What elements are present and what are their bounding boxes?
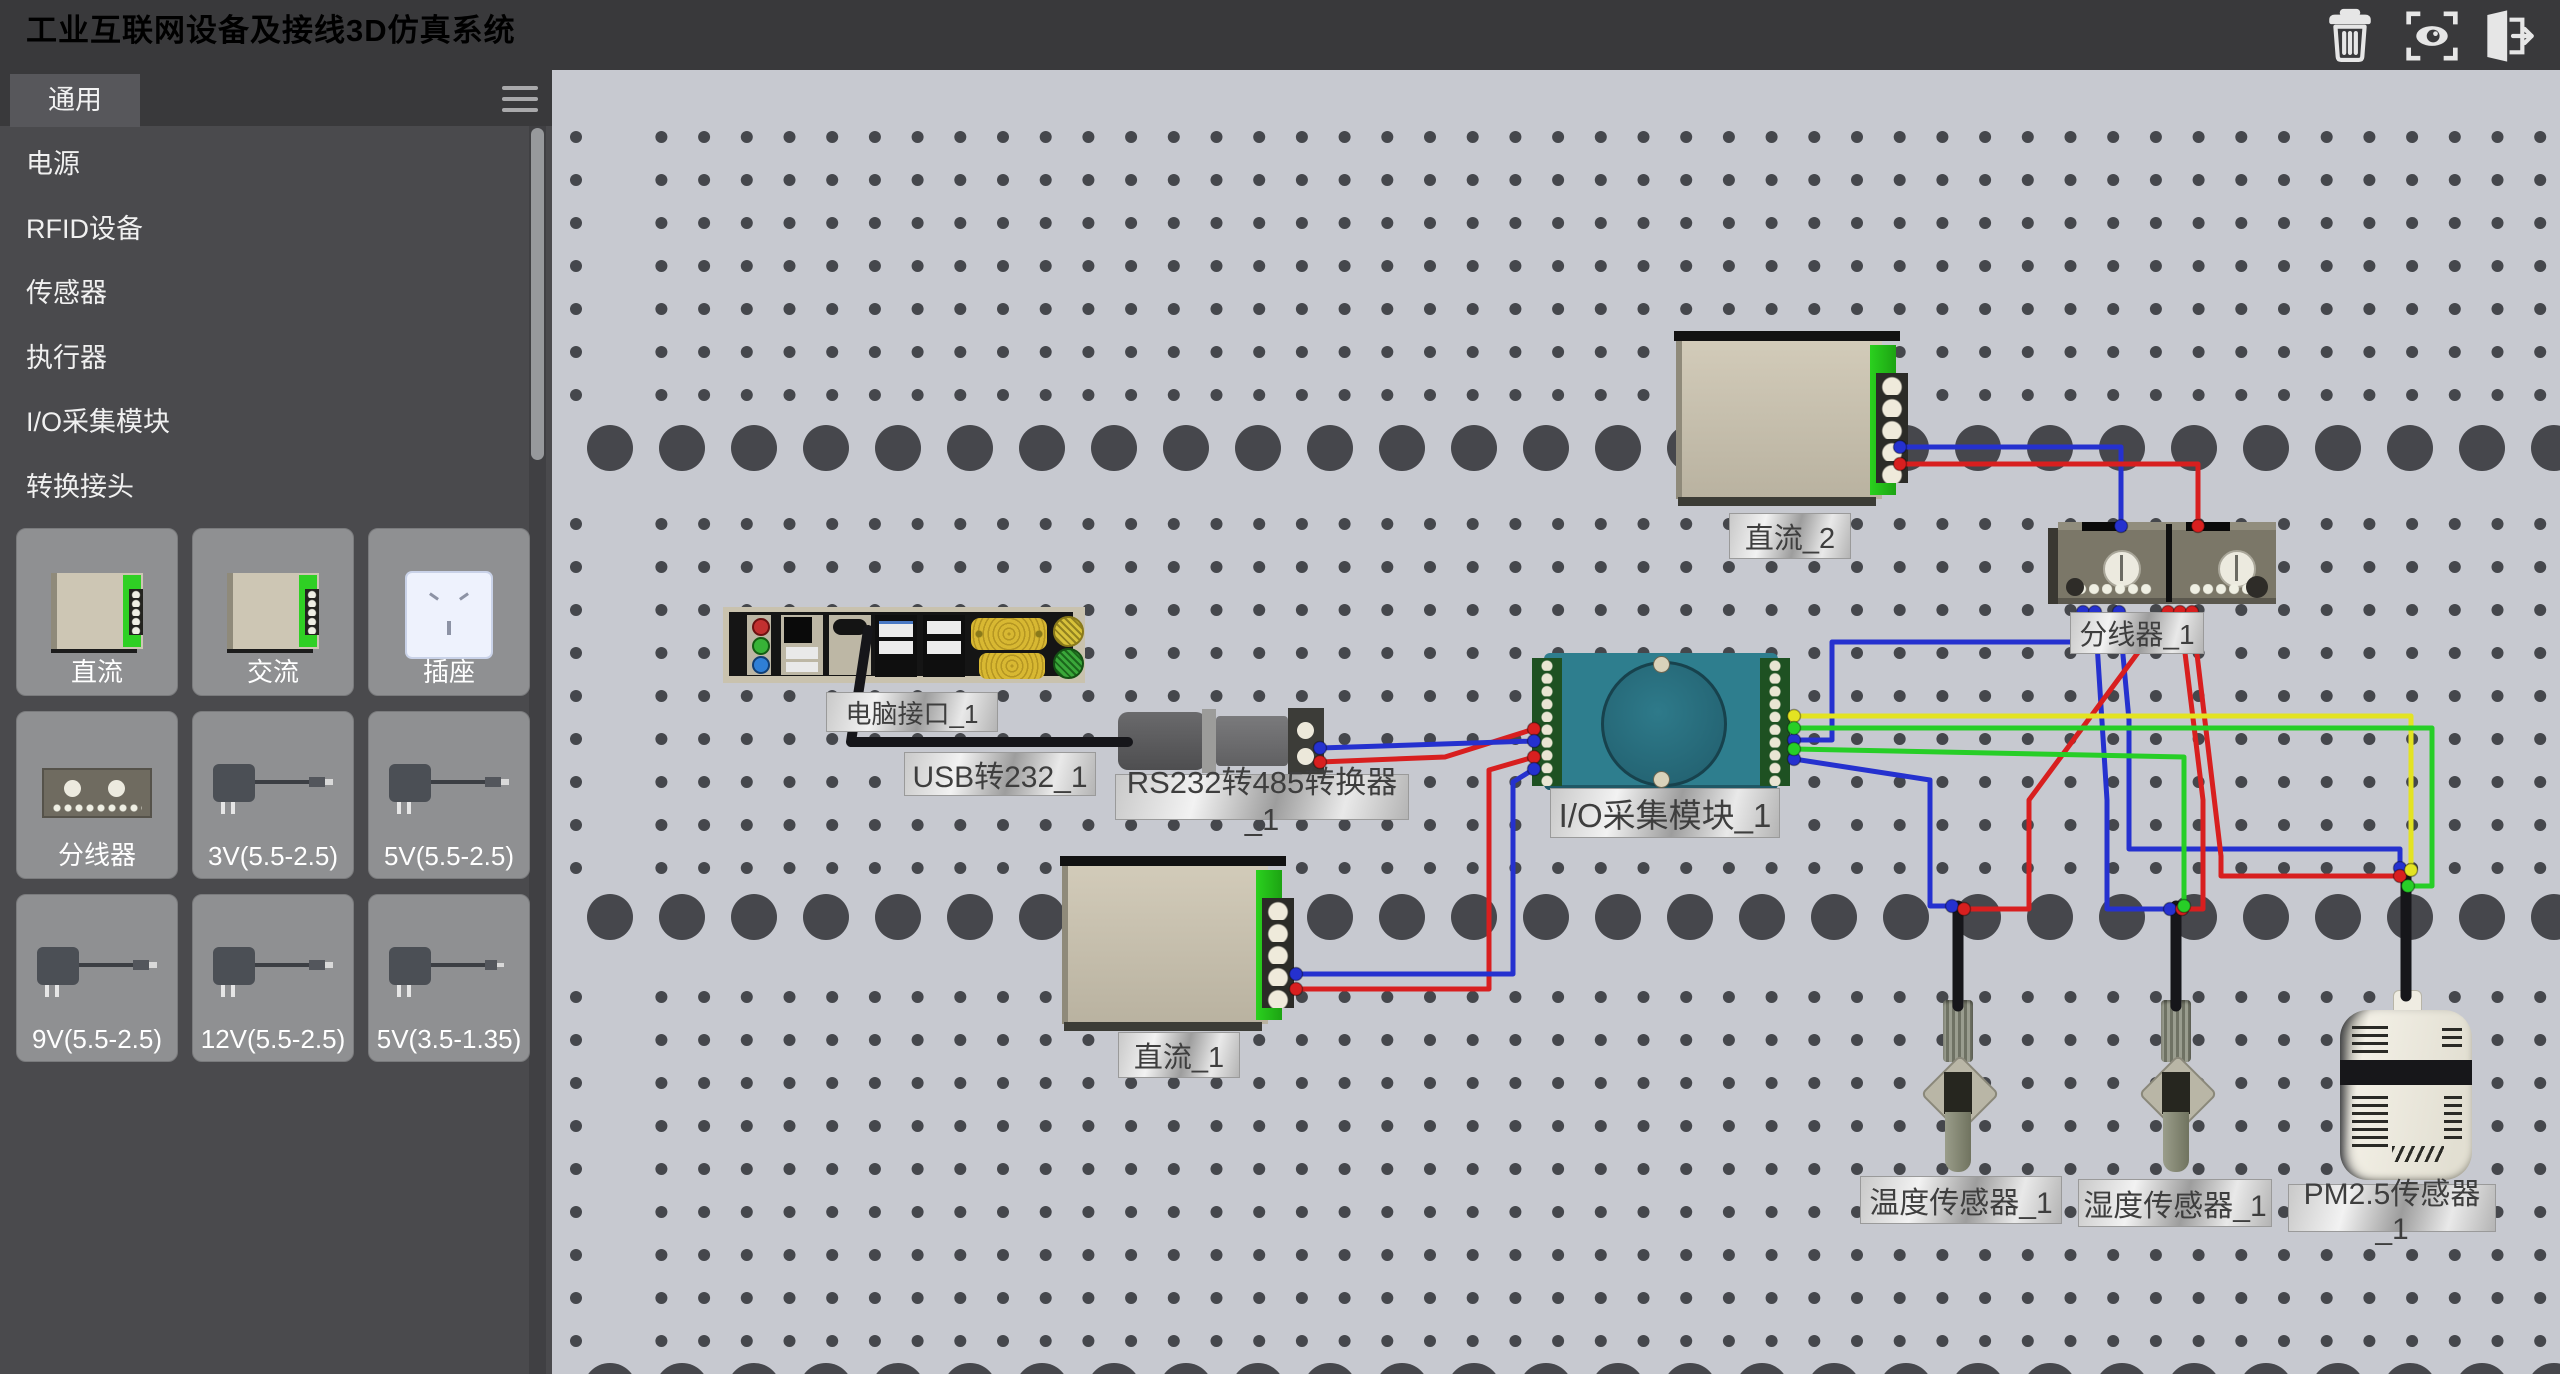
device-io-module[interactable] (1532, 653, 1790, 790)
simulation-app: 电脑接口_1 USB转232_1 RS232转485转换器_1 直流_1 直流_… (0, 0, 2560, 1374)
socket-thumbnail (407, 573, 491, 657)
audio-jack-green[interactable] (752, 637, 770, 655)
category-rfid[interactable]: RFID设备 (0, 197, 528, 262)
label-usb232: USB转232_1 (904, 752, 1096, 796)
round-port-yellow[interactable] (1053, 616, 1084, 647)
label-temp-sensor: 温度传感器_1 (1860, 1176, 2062, 1224)
category-actuator[interactable]: 执行器 (0, 326, 528, 391)
dc2-shadow (1678, 497, 1876, 506)
splitter-hole-right (2246, 576, 2268, 598)
splitter-divider (2166, 524, 2172, 602)
dc1-body (1062, 866, 1268, 1024)
oval-port[interactable] (833, 619, 867, 635)
palette-item-ac[interactable]: 交流 (192, 528, 354, 696)
dc1-terminals[interactable] (1262, 898, 1294, 1008)
label-dc2: 直流_2 (1729, 513, 1851, 559)
serial-port-2[interactable] (979, 653, 1045, 679)
audio-jack-red[interactable] (752, 618, 770, 636)
ac-psu-thumbnail (227, 573, 319, 649)
palette-item-12v[interactable]: 12V(5.5-2.5) (192, 894, 354, 1062)
sidebar-scrollbar-thumb[interactable] (531, 128, 544, 460)
audio-jack-blue[interactable] (752, 656, 770, 674)
usb-block-1[interactable] (875, 615, 917, 677)
menu-icon[interactable] (502, 86, 538, 116)
cable-port[interactable] (784, 617, 812, 643)
dc2-body (1676, 341, 1882, 499)
palette-item-3v[interactable]: 3V(5.5-2.5) (192, 711, 354, 879)
header-bar: 工业互联网设备及接线3D仿真系统 (0, 0, 2560, 70)
adapter-thumbnail (213, 764, 333, 820)
palette-item-socket[interactable]: 插座 (368, 528, 530, 696)
palette-item-dc[interactable]: 直流 (16, 528, 178, 696)
io-module-dome (1601, 661, 1727, 787)
category-list: 电源 RFID设备 传感器 执行器 I/O采集模块 转换接头 (0, 132, 528, 519)
dc1-top-rail (1060, 856, 1286, 866)
tab-general[interactable]: 通用 (10, 74, 140, 127)
adapter-thumbnail (389, 947, 509, 1003)
splitter-thumbnail (42, 768, 152, 818)
hum-sensor-probe (2163, 1112, 2189, 1172)
label-rs485: RS232转485转换器_1 (1115, 774, 1409, 820)
palette-item-9v[interactable]: 9V(5.5-2.5) (16, 894, 178, 1062)
app-title: 工业互联网设备及接线3D仿真系统 (26, 0, 516, 70)
device-splitter[interactable] (2048, 522, 2276, 608)
splitter-notch (2186, 522, 2230, 531)
io-screw-bottom (1653, 771, 1670, 788)
label-splitter: 分线器_1 (2070, 612, 2204, 654)
splitter-notch (2082, 522, 2126, 531)
hum-sensor-connector[interactable] (2162, 1072, 2190, 1114)
splitter-ports-left[interactable] (2076, 584, 2154, 596)
palette-item-5v-small[interactable]: 5V(3.5-1.35) (368, 894, 530, 1062)
dc2-terminals[interactable] (1876, 373, 1908, 483)
io-left-terminals[interactable] (1532, 658, 1562, 786)
splitter-hole-left (2066, 578, 2084, 596)
io-screw-top (1653, 656, 1670, 673)
device-dc-power-2[interactable] (1674, 331, 1910, 507)
usb-slot[interactable] (786, 647, 818, 659)
component-palette: 直流 交流 插座 分线器 3V(5.5-2.5) (16, 528, 530, 1062)
round-port-green[interactable] (1053, 648, 1084, 679)
io-right-terminals[interactable] (1760, 658, 1790, 786)
label-hum-sensor: 湿度传感器_1 (2078, 1179, 2272, 1227)
category-io-module[interactable]: I/O采集模块 (0, 390, 528, 455)
trash-icon[interactable] (2322, 8, 2378, 64)
device-pc-panel[interactable] (723, 607, 1085, 683)
pm25-body (2340, 1010, 2472, 1180)
dc-psu-thumbnail (51, 573, 143, 649)
palette-item-splitter[interactable]: 分线器 (16, 711, 178, 879)
hum-sensor-grip (2161, 1000, 2191, 1062)
category-power[interactable]: 电源 (0, 132, 528, 197)
usb-block-2[interactable] (923, 615, 965, 677)
label-dc1: 直流_1 (1118, 1032, 1240, 1078)
adapter-thumbnail (389, 764, 509, 820)
device-dc-power-1[interactable] (1060, 856, 1296, 1032)
splitter-knob-left[interactable] (2103, 550, 2141, 588)
category-sensor[interactable]: 传感器 (0, 261, 528, 326)
exit-icon[interactable] (2478, 8, 2534, 64)
adapter-thumbnail (213, 947, 333, 1003)
category-adapter[interactable]: 转换接头 (0, 455, 528, 520)
label-pm25-sensor: PM2.5传感器_1 (2288, 1184, 2496, 1232)
preview-eye-icon[interactable] (2404, 8, 2460, 64)
dc2-top-rail (1674, 331, 1900, 341)
usb-slot[interactable] (786, 662, 818, 672)
label-io-module: I/O采集模块_1 (1550, 788, 1780, 838)
serial-port-1[interactable] (971, 618, 1047, 650)
dc1-shadow (1064, 1022, 1262, 1031)
temp-sensor-probe (1945, 1112, 1971, 1172)
palette-item-5v[interactable]: 5V(5.5-2.5) (368, 711, 530, 879)
temp-sensor-grip (1943, 1000, 1973, 1062)
adapter-thumbnail (37, 947, 157, 1003)
label-pc-panel: 电脑接口_1 (826, 692, 998, 732)
temp-sensor-connector[interactable] (1944, 1072, 1972, 1114)
